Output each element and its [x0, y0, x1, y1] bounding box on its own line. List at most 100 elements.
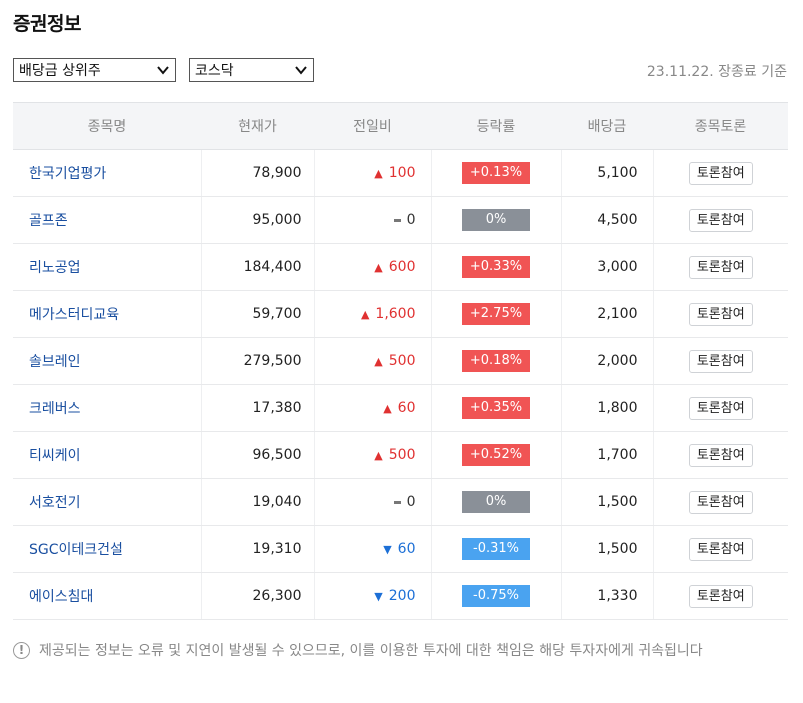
up-arrow-icon: ▲	[374, 261, 383, 274]
stock-dividend: 1,800	[560, 384, 653, 432]
stock-dividend: 2,000	[560, 337, 653, 385]
rate-badge: +0.13%	[462, 162, 530, 184]
discussion-cell: 토론참여	[652, 525, 788, 573]
table-row: 솔브레인 279,500 ▲ 500 +0.18% 2,000 토론참여	[13, 337, 788, 385]
stock-change: ▼ 200	[313, 572, 431, 620]
join-discussion-button[interactable]: 토론참여	[688, 584, 753, 608]
join-discussion-button[interactable]: 토론참여	[688, 490, 753, 514]
stock-dividend: 4,500	[560, 196, 653, 244]
stock-price: 279,500	[200, 337, 314, 385]
stock-name-link[interactable]: 티씨케이	[13, 431, 201, 479]
rate-badge: +0.33%	[462, 256, 530, 278]
flat-dash-icon	[393, 500, 401, 504]
rate-badge: +0.52%	[462, 444, 530, 466]
market-select[interactable]: 코스닥	[189, 58, 314, 82]
stock-rate-cell: 0%	[430, 478, 561, 526]
stock-change-value: 60	[397, 400, 416, 416]
stock-name-link[interactable]: 골프존	[13, 196, 201, 244]
stock-change: ▲ 500	[313, 337, 431, 385]
down-arrow-icon: ▼	[374, 590, 383, 603]
stock-change: ▲ 60	[313, 384, 431, 432]
rate-badge: +0.35%	[462, 397, 530, 419]
stock-name-link[interactable]: 크레버스	[13, 384, 201, 432]
header-dividend: 배당금	[561, 102, 653, 150]
stock-dividend: 2,100	[560, 290, 653, 338]
rate-badge: 0%	[462, 491, 530, 513]
join-discussion-button[interactable]: 토론참여	[688, 208, 753, 232]
stock-change-value: 60	[397, 541, 416, 557]
table-row: SGC이테크건설 19,310 ▼ 60 -0.31% 1,500 토론참여	[13, 525, 788, 573]
stock-name-link[interactable]: 메가스터디교육	[13, 290, 201, 338]
stock-price: 59,700	[200, 290, 314, 338]
stock-name-link[interactable]: SGC이테크건설	[13, 525, 201, 573]
header-rate: 등락률	[431, 102, 561, 150]
discussion-cell: 토론참여	[652, 149, 788, 197]
join-discussion-button[interactable]: 토론참여	[688, 396, 753, 420]
header-discussion: 종목토론	[653, 102, 788, 150]
stock-change: ▼ 60	[313, 525, 431, 573]
stock-dividend: 1,500	[560, 525, 653, 573]
stock-table: 종목명 현재가 전일비 등락률 배당금 종목토론 한국기업평가 78,900 ▲ 10…	[13, 102, 788, 620]
join-discussion-button[interactable]: 토론참여	[688, 443, 753, 467]
category-select[interactable]: 배당금 상위주	[13, 58, 176, 82]
market-select-value: 코스닥	[195, 63, 234, 79]
table-row: 리노공업 184,400 ▲ 600 +0.33% 3,000 토론참여	[13, 243, 788, 291]
discussion-cell: 토론참여	[652, 572, 788, 620]
discussion-cell: 토론참여	[652, 196, 788, 244]
stock-rate-cell: -0.31%	[430, 525, 561, 573]
table-row: 크레버스 17,380 ▲ 60 +0.35% 1,800 토론참여	[13, 384, 788, 432]
stock-name-link[interactable]: 에이스침대	[13, 572, 201, 620]
stock-change: ▲ 600	[313, 243, 431, 291]
stock-rate-cell: -0.75%	[430, 572, 561, 620]
up-arrow-icon: ▲	[374, 449, 383, 462]
up-arrow-icon: ▲	[383, 402, 392, 415]
discussion-cell: 토론참여	[652, 243, 788, 291]
stock-dividend: 1,500	[560, 478, 653, 526]
stock-change-value: 1,600	[375, 306, 416, 322]
stock-rate-cell: +0.18%	[430, 337, 561, 385]
disclaimer-text: 제공되는 정보는 오류 및 지연이 발생될 수 있으므로, 이를 이용한 투자에…	[39, 643, 703, 659]
stock-change-value: 0	[406, 212, 416, 228]
rate-badge: -0.75%	[462, 585, 530, 607]
table-row: 에이스침대 26,300 ▼ 200 -0.75% 1,330 토론참여	[13, 572, 788, 620]
join-discussion-button[interactable]: 토론참여	[688, 349, 753, 373]
rate-badge: -0.31%	[462, 538, 530, 560]
flat-dash-icon	[393, 218, 401, 222]
stock-rate-cell: 0%	[430, 196, 561, 244]
table-row: 메가스터디교육 59,700 ▲ 1,600 +2.75% 2,100 토론참여	[13, 290, 788, 338]
stock-change-value: 500	[388, 447, 416, 463]
discussion-cell: 토론참여	[652, 478, 788, 526]
join-discussion-button[interactable]: 토론참여	[688, 161, 753, 185]
reference-date: 23.11.22. 장종료 기준	[646, 64, 787, 80]
header-price: 현재가	[201, 102, 314, 150]
stock-name-link[interactable]: 솔브레인	[13, 337, 201, 385]
header-change: 전일비	[314, 102, 431, 150]
stock-rate-cell: +0.35%	[430, 384, 561, 432]
stock-dividend: 5,100	[560, 149, 653, 197]
stock-name-link[interactable]: 서호전기	[13, 478, 201, 526]
stock-change: ▲ 1,600	[313, 290, 431, 338]
stock-name-link[interactable]: 리노공업	[13, 243, 201, 291]
join-discussion-button[interactable]: 토론참여	[688, 537, 753, 561]
stock-price: 19,040	[200, 478, 314, 526]
stock-price: 26,300	[200, 572, 314, 620]
chevron-down-icon	[295, 66, 307, 75]
table-row: 골프존 95,000 0 0% 4,500 토론참여	[13, 196, 788, 244]
stock-change: 0	[313, 478, 431, 526]
stock-dividend: 3,000	[560, 243, 653, 291]
stock-dividend: 1,330	[560, 572, 653, 620]
stock-rate-cell: +0.33%	[430, 243, 561, 291]
stock-change: ▲ 500	[313, 431, 431, 479]
table-row: 서호전기 19,040 0 0% 1,500 토론참여	[13, 478, 788, 526]
discussion-cell: 토론참여	[652, 337, 788, 385]
join-discussion-button[interactable]: 토론참여	[688, 302, 753, 326]
join-discussion-button[interactable]: 토론참여	[688, 255, 753, 279]
stock-name-link[interactable]: 한국기업평가	[13, 149, 201, 197]
table-row: 한국기업평가 78,900 ▲ 100 +0.13% 5,100 토론참여	[13, 149, 788, 197]
rate-badge: +0.18%	[462, 350, 530, 372]
disclaimer-notice: ! 제공되는 정보는 오류 및 지연이 발생될 수 있으므로, 이를 이용한 투…	[13, 640, 793, 662]
stock-change: ▲ 100	[313, 149, 431, 197]
stock-rate-cell: +0.52%	[430, 431, 561, 479]
stock-change-value: 0	[406, 494, 416, 510]
up-arrow-icon: ▲	[360, 308, 370, 321]
